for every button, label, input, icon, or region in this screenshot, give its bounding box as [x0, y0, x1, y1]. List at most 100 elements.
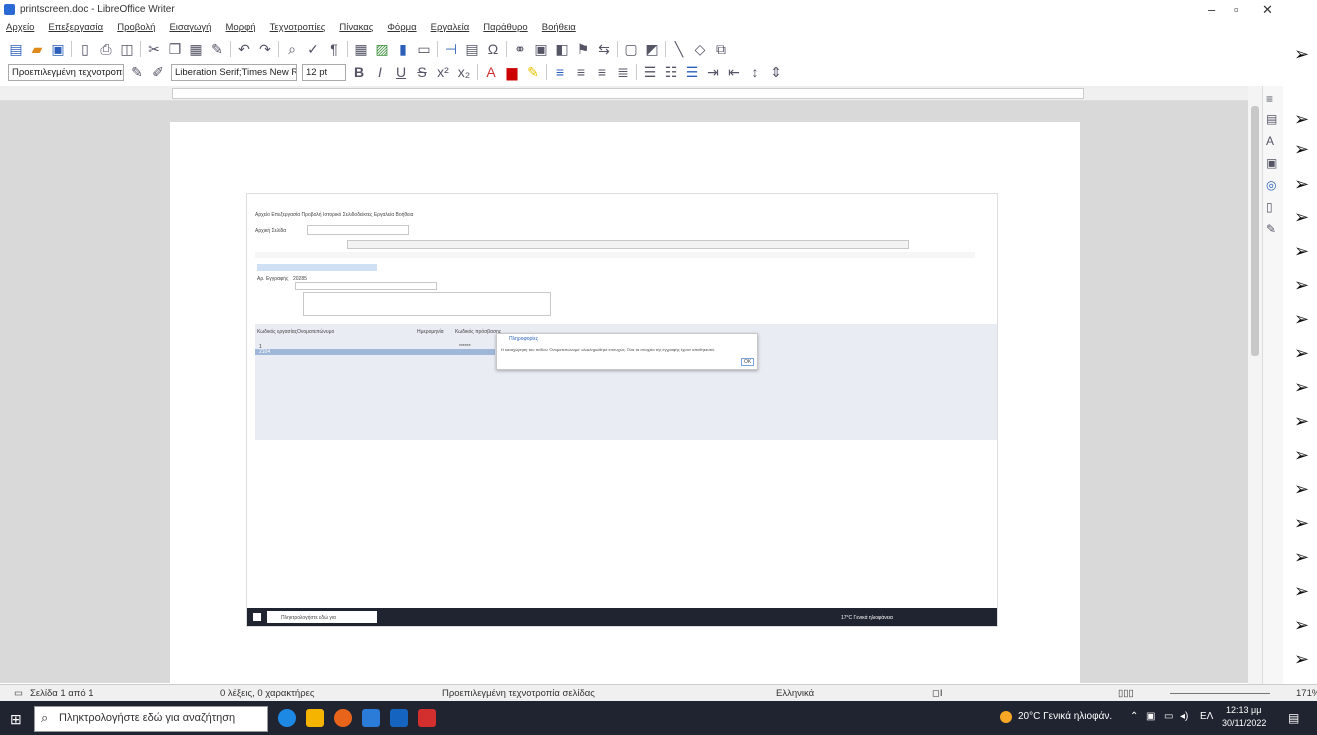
- font-size-combo[interactable]: 12 pt: [302, 63, 346, 81]
- horizontal-ruler[interactable]: [0, 86, 1248, 101]
- paragraph-spacing-icon[interactable]: ⇕: [768, 64, 784, 81]
- menu-edit[interactable]: Επεξεργασία: [48, 22, 103, 33]
- comment-icon[interactable]: ▢: [623, 41, 639, 58]
- page-break-icon[interactable]: ⊣: [443, 41, 459, 58]
- insert-field-icon[interactable]: ▤: [464, 41, 480, 58]
- new-document-icon[interactable]: ▤: [8, 41, 24, 58]
- clock-date[interactable]: 30/11/2022: [1222, 718, 1266, 728]
- hyperlink-icon[interactable]: ⚭: [512, 41, 528, 58]
- endnote-icon[interactable]: ◧: [554, 41, 570, 58]
- footnote-icon[interactable]: ▣: [533, 41, 549, 58]
- paste-icon[interactable]: ▦: [188, 41, 204, 58]
- bookmark-icon[interactable]: ⚑: [575, 41, 591, 58]
- clear-formatting-icon[interactable]: A: [483, 64, 499, 80]
- close-button[interactable]: ✕: [1262, 2, 1273, 18]
- formatting-marks-icon[interactable]: ¶: [326, 41, 342, 57]
- menu-table[interactable]: Πίνακας: [339, 22, 373, 33]
- scrollbar-thumb[interactable]: [1251, 106, 1259, 356]
- menu-file[interactable]: Αρχείο: [6, 22, 34, 33]
- windows-start-icon[interactable]: ⊞: [10, 711, 22, 728]
- new-style-icon[interactable]: ✐: [150, 64, 166, 81]
- align-left-icon[interactable]: ≡: [552, 64, 568, 80]
- superscript-icon[interactable]: x²: [435, 64, 451, 80]
- maximize-button[interactable]: ▫: [1234, 2, 1239, 17]
- menu-styles[interactable]: Τεχνοτροπίες: [270, 22, 326, 33]
- notifications-icon[interactable]: ▤: [1288, 711, 1299, 725]
- taskbar-search-box[interactable]: ⌕ Πληκτρολογήστε εδώ για αναζήτηση: [34, 706, 268, 732]
- paragraph-style-combo[interactable]: Προεπιλεγμένη τεχνοτροπία: [8, 63, 124, 81]
- find-replace-icon[interactable]: ⌕: [284, 41, 300, 58]
- font-color-icon[interactable]: ▆: [504, 64, 520, 81]
- volume-icon[interactable]: ◂): [1180, 711, 1188, 722]
- draw-functions-icon[interactable]: ⧉: [713, 41, 729, 58]
- writer-taskbar-icon[interactable]: [362, 709, 380, 727]
- align-right-icon[interactable]: ≡: [594, 64, 610, 80]
- page-style[interactable]: Προεπιλεγμένη τεχνοτροπία σελίδας: [442, 688, 595, 699]
- mail-icon[interactable]: [390, 709, 408, 727]
- undo-icon[interactable]: ↶: [236, 41, 252, 58]
- menu-insert[interactable]: Εισαγωγή: [169, 22, 211, 33]
- properties-icon[interactable]: ▤: [1266, 112, 1277, 126]
- view-layout-icons[interactable]: ▯▯▯: [1118, 688, 1134, 699]
- clock-time[interactable]: 12:13 μμ: [1226, 705, 1261, 715]
- menu-format[interactable]: Μορφή: [226, 22, 256, 33]
- print-icon[interactable]: ⎙: [98, 41, 114, 58]
- menu-tools[interactable]: Εργαλεία: [431, 22, 470, 33]
- font-name-combo[interactable]: Liberation Serif;Times New Roman: [171, 63, 297, 81]
- page-count[interactable]: Σελίδα 1 από 1: [30, 688, 94, 699]
- sidebar-menu-icon[interactable]: ≡: [1266, 92, 1273, 106]
- insert-table-icon[interactable]: ▦: [353, 41, 369, 58]
- network-icon[interactable]: ▣: [1146, 711, 1155, 722]
- subscript-icon[interactable]: x₂: [456, 64, 472, 80]
- line-icon[interactable]: ╲: [671, 41, 687, 58]
- menu-form[interactable]: Φόρμα: [387, 22, 416, 33]
- spelling-icon[interactable]: ✓: [305, 41, 321, 58]
- italic-icon[interactable]: I: [372, 64, 388, 80]
- firefox-icon[interactable]: [334, 709, 352, 727]
- edge-icon[interactable]: [278, 709, 296, 727]
- display-icon[interactable]: ▭: [1164, 711, 1173, 722]
- embedded-screenshot-image[interactable]: Αρχείο Επεξεργασία Προβολή Ιστορικό Σελι…: [246, 193, 998, 627]
- menu-view[interactable]: Προβολή: [117, 22, 155, 33]
- styles-icon[interactable]: A: [1266, 134, 1274, 148]
- pdf-reader-icon[interactable]: [418, 709, 436, 727]
- special-character-icon[interactable]: Ω: [485, 41, 501, 57]
- cross-reference-icon[interactable]: ⇆: [596, 41, 612, 58]
- insert-image-icon[interactable]: ▨: [374, 41, 390, 58]
- insert-mode-icon[interactable]: ◻I: [932, 688, 943, 699]
- increase-indent-icon[interactable]: ⇥: [705, 64, 721, 81]
- zoom-slider[interactable]: [1170, 693, 1270, 694]
- export-pdf-icon[interactable]: ▯: [77, 41, 93, 58]
- insert-textbox-icon[interactable]: ▭: [416, 41, 432, 58]
- outline-icon[interactable]: ☰: [684, 64, 700, 81]
- zoom-level[interactable]: 171%: [1296, 688, 1317, 699]
- document-language[interactable]: Ελληνικά: [776, 688, 814, 699]
- redo-icon[interactable]: ↷: [257, 41, 273, 58]
- print-preview-icon[interactable]: ◫: [119, 41, 135, 58]
- tray-chevron-icon[interactable]: ⌃: [1130, 711, 1138, 722]
- line-spacing-icon[interactable]: ↕: [747, 64, 763, 80]
- navigator-icon[interactable]: ◎: [1266, 178, 1276, 192]
- copy-icon[interactable]: ❐: [167, 41, 183, 58]
- track-changes-icon[interactable]: ◩: [644, 41, 660, 58]
- insert-chart-icon[interactable]: ▮: [395, 41, 411, 58]
- update-style-icon[interactable]: ✎: [129, 64, 145, 81]
- gallery-icon[interactable]: ▣: [1266, 156, 1277, 170]
- strikethrough-icon[interactable]: S: [414, 64, 430, 80]
- page-icon[interactable]: ▯: [1266, 200, 1273, 214]
- menu-window[interactable]: Παράθυρο: [483, 22, 527, 33]
- word-count[interactable]: 0 λέξεις, 0 χαρακτήρες: [220, 688, 314, 699]
- save-icon[interactable]: ▣: [50, 41, 66, 58]
- cut-icon[interactable]: ✂: [146, 41, 162, 58]
- numbered-list-icon[interactable]: ☷: [663, 64, 679, 81]
- decrease-indent-icon[interactable]: ⇤: [726, 64, 742, 81]
- weather-text[interactable]: 20°C Γενικά ηλιοφάν.: [1018, 711, 1112, 722]
- open-folder-icon[interactable]: ▰: [29, 41, 45, 58]
- basic-shapes-icon[interactable]: ◇: [692, 41, 708, 58]
- highlight-icon[interactable]: ✎: [525, 64, 541, 81]
- justify-icon[interactable]: ≣: [615, 64, 631, 81]
- bold-icon[interactable]: B: [351, 64, 367, 80]
- menu-help[interactable]: Βοήθεια: [542, 22, 576, 33]
- bullet-list-icon[interactable]: ☰: [642, 64, 658, 81]
- minimize-button[interactable]: –: [1208, 2, 1215, 17]
